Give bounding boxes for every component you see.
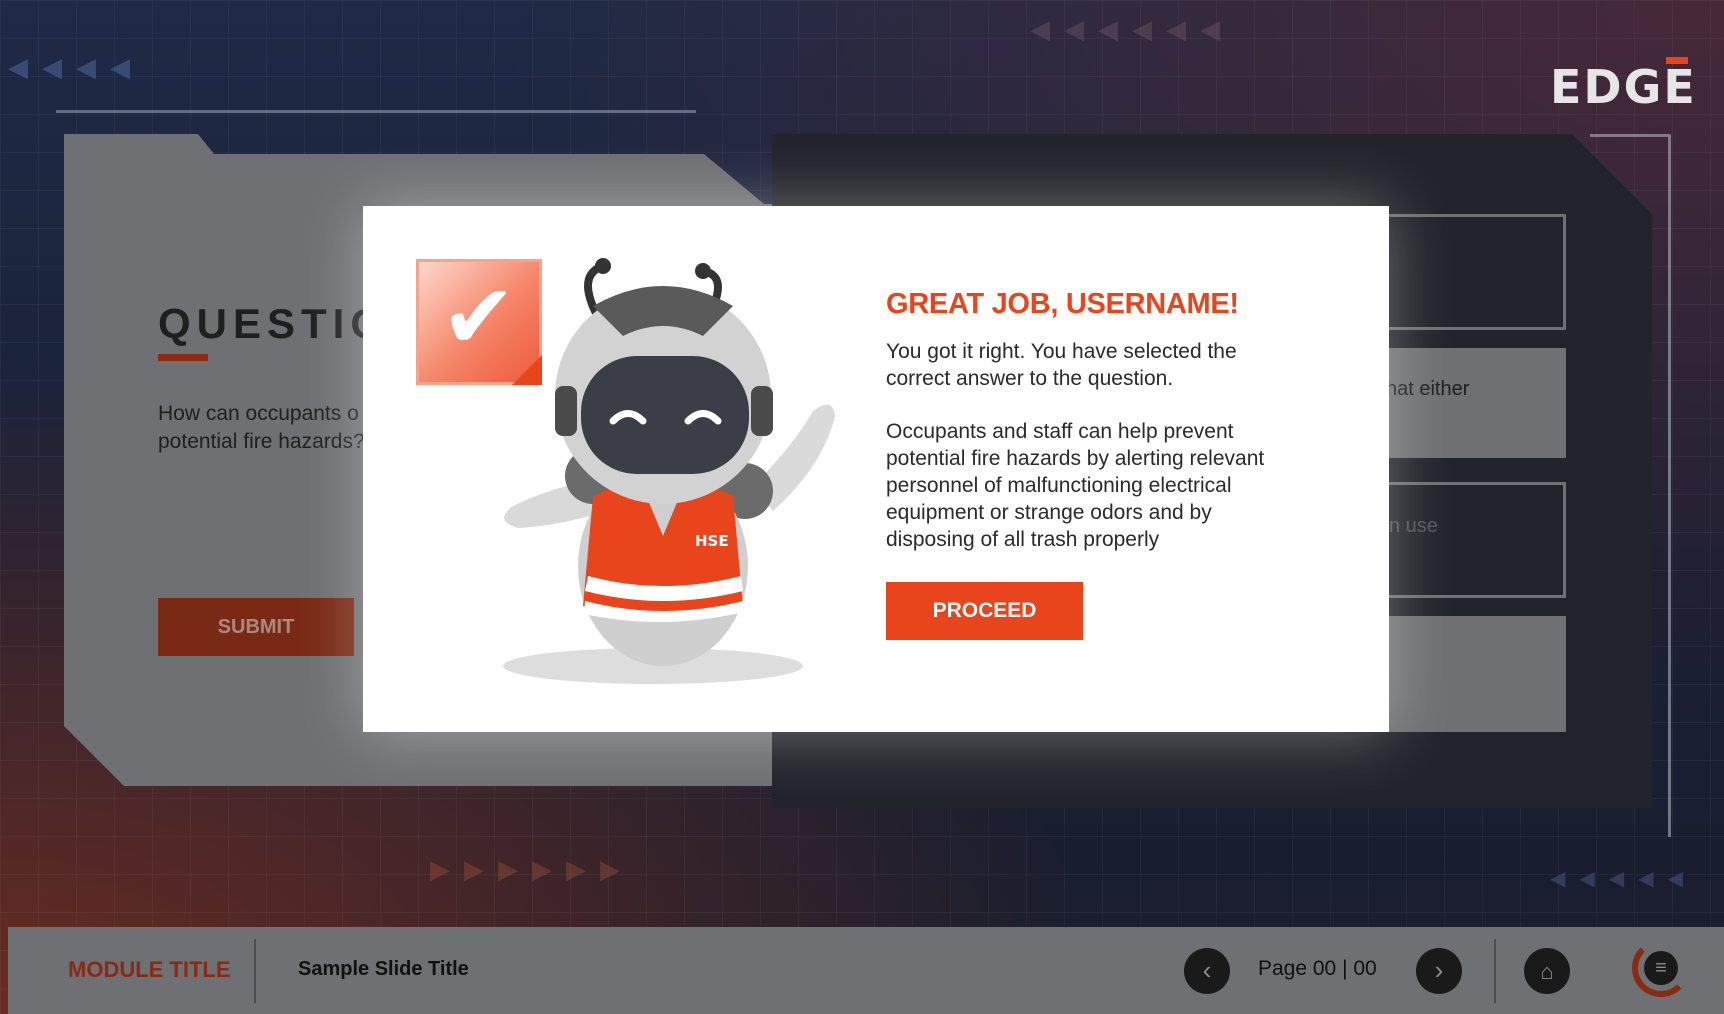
- modal-explanation: Occupants and staff can help prevent pot…: [886, 420, 1265, 551]
- vest-label: HSE: [695, 532, 729, 550]
- robot-mascot: HSE: [503, 258, 835, 684]
- proceed-button[interactable]: PROCEED: [886, 582, 1083, 640]
- feedback-modal: ✔ HSE GREAT JOB, USERNAME! You got it ri…: [363, 206, 1389, 732]
- stage-background: ◀◀◀◀ ◀◀◀◀◀◀ ▶▶▶▶▶▶ ◀◀◀◀◀ EDGE QUESTIO Ho…: [0, 0, 1724, 1014]
- modal-message: You got it right. You have selected the …: [886, 340, 1237, 390]
- modal-title: GREAT JOB, USERNAME!: [886, 288, 1239, 320]
